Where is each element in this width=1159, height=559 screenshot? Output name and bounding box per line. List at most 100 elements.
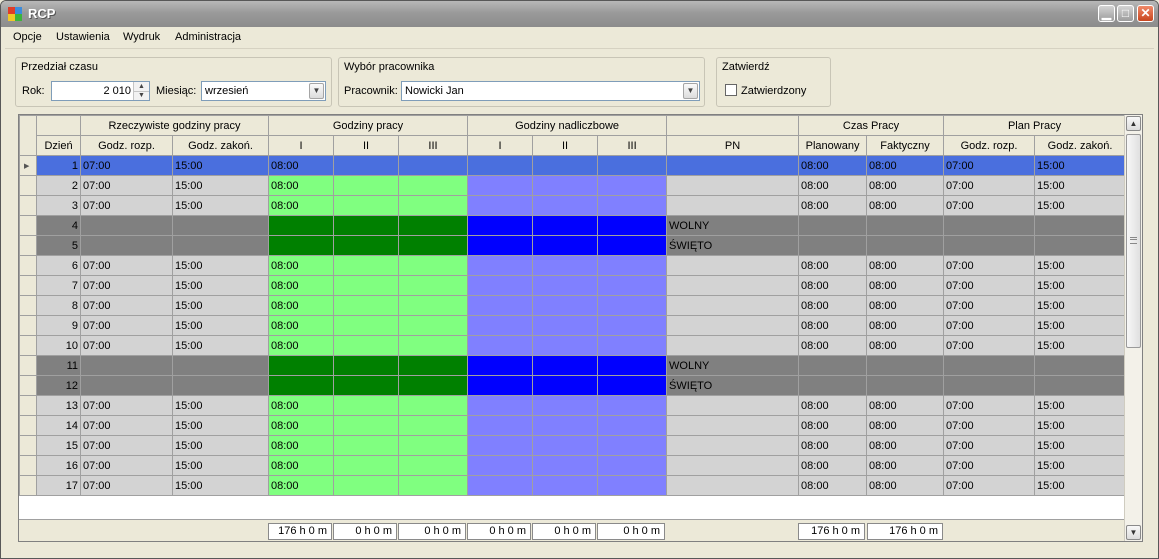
cell-hours-iii[interactable] [397,335,469,356]
cell-plan-start[interactable]: 07:00 [943,315,1036,336]
cell-overtime-ii[interactable] [532,195,599,216]
cell-plan-start[interactable]: 07:00 [943,295,1036,316]
day-cell[interactable]: 14 [36,415,81,436]
cell-plan-start[interactable]: 07:00 [943,475,1036,496]
table-row[interactable]: 9 07:00 15:00 08:00 08:00 08:00 07:00 15:00 [19,315,1127,336]
cell-actual[interactable] [866,215,945,236]
cell-actual-end[interactable]: 15:00 [172,475,269,496]
cell-actual[interactable] [866,235,945,256]
row-header[interactable] [19,415,37,436]
cell-hours-i[interactable]: 08:00 [268,315,334,336]
cell-actual-start[interactable]: 07:00 [80,295,173,316]
cell-planned[interactable]: 08:00 [798,415,868,436]
cell-actual-end[interactable]: 15:00 [172,415,269,436]
cell-planned[interactable]: 08:00 [798,275,868,296]
maximize-button[interactable]: □ [1117,5,1134,22]
cell-overtime-i[interactable] [467,175,534,196]
cell-overtime-iii[interactable] [597,275,668,296]
vertical-scrollbar[interactable]: ▲ ▼ [1124,115,1142,541]
cell-hours-ii[interactable] [333,195,399,216]
cell-pn[interactable] [666,255,800,276]
cell-actual[interactable]: 08:00 [866,335,945,356]
column-header-plan-start[interactable]: Godz. rozp. [943,135,1036,156]
table-row[interactable]: 10 07:00 15:00 08:00 08:00 08:00 07:00 15:00 [19,335,1127,356]
cell-plan-end[interactable] [1034,355,1127,376]
row-header[interactable] [19,175,37,196]
cell-overtime-i[interactable] [467,415,534,436]
cell-hours-i[interactable] [268,355,334,376]
column-header-day[interactable]: Dzień [36,135,81,156]
cell-overtime-ii[interactable] [532,335,599,356]
cell-hours-iii[interactable] [397,455,469,476]
cell-plan-start[interactable]: 07:00 [943,435,1036,456]
cell-actual[interactable]: 08:00 [866,175,945,196]
cell-actual-start[interactable]: 07:00 [80,475,173,496]
chevron-down-icon[interactable]: ▼ [309,83,324,99]
cell-actual[interactable]: 08:00 [866,195,945,216]
table-row[interactable]: 17 07:00 15:00 08:00 08:00 08:00 07:00 15:00 [19,475,1127,496]
cell-actual-start[interactable]: 07:00 [80,415,173,436]
cell-plan-end[interactable]: 15:00 [1034,275,1127,296]
cell-actual[interactable]: 08:00 [866,255,945,276]
cell-overtime-ii[interactable] [532,235,599,256]
cell-hours-iii[interactable] [397,155,469,176]
cell-overtime-i[interactable] [467,455,534,476]
day-cell[interactable]: 4 [36,215,81,236]
cell-overtime-iii[interactable] [597,215,668,236]
cell-planned[interactable] [798,215,868,236]
cell-actual-start[interactable]: 07:00 [80,275,173,296]
cell-hours-iii[interactable] [397,275,469,296]
menu-opcje[interactable]: Opcje [13,31,42,43]
cell-plan-start[interactable]: 07:00 [943,455,1036,476]
cell-actual-end[interactable]: 15:00 [172,175,269,196]
row-header[interactable] [19,275,37,296]
cell-plan-end[interactable]: 15:00 [1034,155,1127,176]
cell-actual[interactable]: 08:00 [866,275,945,296]
day-cell[interactable]: 10 [36,335,81,356]
table-row[interactable]: 16 07:00 15:00 08:00 08:00 08:00 07:00 15:00 [19,455,1127,476]
cell-plan-end[interactable]: 15:00 [1034,315,1127,336]
row-header[interactable] [19,395,37,416]
cell-plan-start[interactable]: 07:00 [943,195,1036,216]
cell-pn[interactable] [666,295,800,316]
day-cell[interactable]: 1 [36,155,81,176]
cell-overtime-iii[interactable] [597,435,668,456]
cell-plan-end[interactable]: 15:00 [1034,295,1127,316]
cell-hours-ii[interactable] [333,275,399,296]
approved-checkbox[interactable] [725,84,737,96]
cell-planned[interactable] [798,375,868,396]
cell-plan-end[interactable]: 15:00 [1034,455,1127,476]
cell-actual-end[interactable]: 15:00 [172,315,269,336]
menu-administracja[interactable]: Administracja [175,31,241,43]
cell-actual-start[interactable]: 07:00 [80,255,173,276]
cell-hours-ii[interactable] [333,375,399,396]
cell-overtime-i[interactable] [467,255,534,276]
cell-hours-iii[interactable] [397,415,469,436]
day-cell[interactable]: 2 [36,175,81,196]
scroll-thumb[interactable] [1126,134,1141,348]
cell-actual[interactable]: 08:00 [866,315,945,336]
scroll-up-icon[interactable]: ▲ [1126,116,1141,131]
cell-overtime-i[interactable] [467,215,534,236]
row-header[interactable] [19,455,37,476]
cell-overtime-i[interactable] [467,475,534,496]
cell-overtime-ii[interactable] [532,435,599,456]
chevron-down-icon[interactable]: ▼ [683,83,698,99]
cell-overtime-ii[interactable] [532,455,599,476]
menu-wydruk[interactable]: Wydruk [123,31,160,43]
cell-actual-end[interactable] [172,215,269,236]
scroll-down-icon[interactable]: ▼ [1126,525,1141,540]
cell-overtime-iii[interactable] [597,195,668,216]
row-header[interactable] [19,355,37,376]
cell-overtime-ii[interactable] [532,295,599,316]
table-row[interactable]: 5 ŚWIĘTO [19,235,1127,256]
cell-overtime-ii[interactable] [532,355,599,376]
cell-hours-i[interactable]: 08:00 [268,155,334,176]
day-cell[interactable]: 8 [36,295,81,316]
row-header[interactable] [19,215,37,236]
cell-actual-end[interactable] [172,355,269,376]
cell-actual[interactable]: 08:00 [866,455,945,476]
cell-actual-end[interactable]: 15:00 [172,155,269,176]
day-cell[interactable]: 13 [36,395,81,416]
day-cell[interactable]: 17 [36,475,81,496]
